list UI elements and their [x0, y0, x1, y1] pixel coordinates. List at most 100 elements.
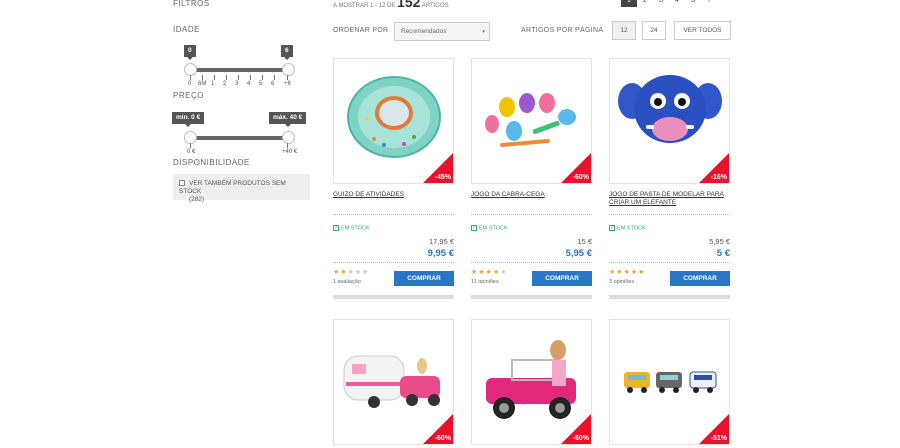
- price-filter-title: PREÇO: [173, 91, 204, 100]
- product-image[interactable]: -60%: [471, 58, 592, 184]
- product-image[interactable]: -45%: [333, 58, 454, 184]
- card-footer: ★★★★★ 11 opiniões COMPRAR: [471, 268, 592, 298]
- price-block: ✓ EM STOCK 15 € 5,95 €: [471, 225, 592, 259]
- stock-status-text: EM STOCK: [479, 225, 508, 232]
- old-price: 17,95 €: [428, 237, 454, 246]
- per-page-12-button[interactable]: 12: [612, 21, 636, 40]
- product-name-link[interactable]: JOGO DE PASTA DE MODELAR PARA CRIAR UM E…: [609, 191, 730, 211]
- card-bottom-bar: [471, 295, 592, 299]
- buy-button[interactable]: COMPRAR: [532, 271, 592, 286]
- buy-button[interactable]: COMPRAR: [394, 271, 454, 286]
- current-price: 5,95 €: [565, 248, 592, 259]
- age-min-tooltip: 0: [184, 45, 196, 60]
- divider: [609, 214, 730, 215]
- results-count: A MOSTRAR 1 - 12 DE 152 ARTIGOS: [333, 0, 449, 10]
- discount-percent: -51%: [710, 435, 727, 442]
- price-min-tooltip: mín. 0 €: [172, 112, 205, 127]
- divider: [471, 262, 592, 263]
- product-card: -16% JOGO DE PASTA DE MODELAR PARA CRIAR…: [609, 58, 730, 299]
- discount-percent: -45%: [434, 174, 451, 181]
- age-scale-label: 3: [235, 81, 239, 87]
- show-out-of-stock-option[interactable]: VER TAMBÉM PRODUTOS SEM STOCK (282): [173, 174, 310, 203]
- divider: [609, 262, 730, 263]
- results-count-suffix: ARTIGOS: [421, 3, 449, 9]
- chevron-down-icon: ▾: [482, 29, 485, 35]
- age-scale-ticks: [190, 75, 290, 80]
- stock-status: ✓ EM STOCK: [609, 225, 730, 231]
- card-bottom-bar: [333, 295, 454, 299]
- age-scale-label: 0: [188, 81, 192, 87]
- divider: [333, 262, 454, 263]
- discount-percent: -60%: [572, 174, 589, 181]
- product-card: -60% JOGO DA CABRA-CEGA ✓ EM STOCK 15 € 5…: [471, 58, 592, 299]
- old-price: 15 €: [577, 237, 592, 246]
- card-bottom-bar: [609, 295, 730, 299]
- out-of-stock-count: (282): [189, 196, 205, 203]
- view-all-button[interactable]: VER TODOS: [674, 21, 731, 40]
- price-max-tooltip: máx. 40 €: [269, 112, 307, 127]
- results-count-prefix: A MOSTRAR 1 - 12 DE: [333, 3, 396, 9]
- age-scale-label: 1: [211, 81, 215, 87]
- stock-status-text: EM STOCK: [341, 225, 370, 232]
- card-footer: ★★★★★ 3 opiniões COMPRAR: [609, 268, 730, 298]
- product-image[interactable]: -60%: [333, 319, 454, 445]
- age-scale-label: 6: [271, 81, 275, 87]
- next-page-icon[interactable]: ›: [701, 0, 717, 7]
- results-count-total: 152: [397, 0, 421, 10]
- page-4[interactable]: 4: [669, 0, 685, 7]
- stock-status-text: EM STOCK: [617, 225, 646, 232]
- out-of-stock-checkbox-label: VER TAMBÉM PRODUTOS SEM STOCK: [179, 180, 286, 195]
- product-card: -51%: [609, 319, 730, 445]
- buy-button[interactable]: COMPRAR: [670, 271, 730, 286]
- age-slider-range: [193, 68, 287, 72]
- age-scale-label: 5: [259, 81, 263, 87]
- product-image[interactable]: -16%: [609, 58, 730, 184]
- product-card: -60%: [333, 319, 454, 445]
- out-of-stock-checkbox[interactable]: [179, 180, 185, 187]
- product-card: -45% GUIZO DE ATIVIDADES ✓ EM STOCK 17,95…: [333, 58, 454, 299]
- check-icon: ✓: [609, 225, 616, 231]
- price-scale-ticks: [190, 143, 290, 148]
- stock-status: ✓ EM STOCK: [333, 225, 454, 231]
- page-2[interactable]: 2: [637, 0, 653, 7]
- sort-select[interactable]: Recomendados ▾: [394, 22, 490, 41]
- availability-filter-title: DISPONIBILIDADE: [173, 158, 250, 167]
- discount-percent: -60%: [434, 435, 451, 442]
- product-name-link[interactable]: JOGO DA CABRA-CEGA: [471, 191, 592, 211]
- price-slider-range: [193, 136, 287, 140]
- price-scale-min: 0 €: [187, 149, 196, 155]
- page-3[interactable]: 3: [653, 0, 669, 7]
- sort-select-value: Recomendados: [401, 28, 447, 35]
- age-scale-label: 6M: [198, 81, 207, 87]
- product-image[interactable]: -60%: [471, 319, 592, 445]
- discount-percent: -16%: [710, 174, 727, 181]
- card-footer: ★★★★★ 1 avaliação COMPRAR: [333, 268, 454, 298]
- product-name-link[interactable]: GUIZO DE ATIVIDADES: [333, 191, 454, 211]
- product-card: -60%: [471, 319, 592, 445]
- age-scale-label: 4: [247, 81, 251, 87]
- stock-status: ✓ EM STOCK: [471, 225, 592, 231]
- product-image[interactable]: -51%: [609, 319, 730, 445]
- price-scale-max: +40 €: [282, 149, 298, 155]
- price-block: ✓ EM STOCK 5,95 € 5 €: [609, 225, 730, 259]
- divider: [471, 214, 592, 215]
- discount-percent: -60%: [572, 435, 589, 442]
- check-icon: ✓: [333, 225, 340, 231]
- sort-label: ORDENAR POR: [333, 27, 389, 34]
- per-page-24-button[interactable]: 24: [642, 21, 666, 40]
- check-icon: ✓: [471, 225, 478, 231]
- age-filter-title: IDADE: [173, 25, 200, 34]
- current-price: 9,95 €: [427, 248, 454, 259]
- age-max-tooltip: 6: [281, 45, 293, 60]
- age-scale-label: 2: [223, 81, 227, 87]
- page-1[interactable]: 1: [621, 0, 637, 7]
- per-page-label: ARTIGOS POR PÁGINA: [521, 27, 604, 34]
- filters-title: FILTROS: [173, 0, 210, 8]
- old-price: 5,95 €: [709, 237, 730, 246]
- pagination: 1 2 3 4 5 ›: [621, 0, 717, 7]
- divider: [333, 214, 454, 215]
- page-5[interactable]: 5: [685, 0, 701, 7]
- current-price: 5 €: [716, 248, 730, 259]
- age-scale-label: +6: [284, 81, 291, 87]
- price-block: ✓ EM STOCK 17,95 € 9,95 €: [333, 225, 454, 259]
